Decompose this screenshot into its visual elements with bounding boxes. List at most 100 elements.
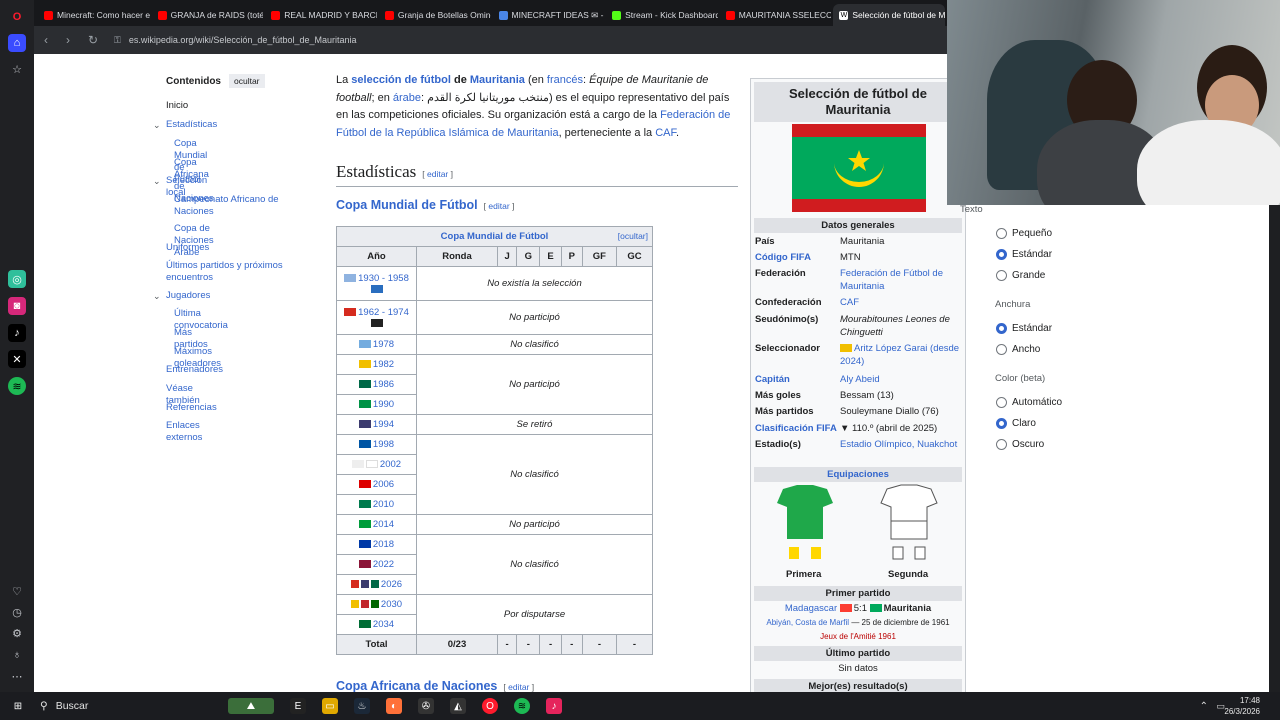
heading-copa-africana[interactable]: Copa Africana de Naciones [ editar ] — [336, 679, 534, 692]
chatgpt-icon[interactable]: ◎ — [8, 270, 26, 288]
year-link[interactable]: 1990 — [373, 399, 394, 410]
tab[interactable]: REAL MADRID Y BARCELO — [265, 4, 377, 26]
star-icon[interactable]: ☆ — [8, 60, 26, 78]
chevron-down-icon[interactable]: ⌄ — [153, 290, 161, 302]
toc-item[interactable]: Últimos partidos y próximos encuentros — [166, 260, 291, 284]
steam-icon[interactable]: ♨ — [354, 698, 370, 714]
heart-icon[interactable]: ♡ — [8, 582, 26, 600]
link[interactable]: árabe — [393, 92, 421, 104]
edit-link[interactable]: [ editar ] — [484, 201, 515, 211]
year-link[interactable]: 1994 — [373, 419, 394, 430]
year-link[interactable]: 1986 — [373, 379, 394, 390]
venue-link[interactable]: Abiyán, Costa de Marfil — [766, 618, 849, 627]
row-value-link[interactable]: CAF — [840, 296, 964, 309]
history-icon[interactable]: ◷ — [8, 603, 26, 621]
file-explorer-icon[interactable]: ▭ — [322, 698, 338, 714]
weather-widget-icon[interactable]: ⛰ — [228, 698, 274, 714]
toc-item[interactable]: Uniformes — [166, 242, 209, 254]
color-option[interactable]: Automático — [996, 397, 1062, 408]
color-option[interactable]: Oscuro — [996, 439, 1044, 450]
instagram-icon[interactable]: ◙ — [8, 297, 26, 315]
chevron-down-icon[interactable]: ⌄ — [153, 119, 161, 131]
toc-item[interactable]: ⌄ Jugadores — [153, 290, 210, 302]
search-box[interactable]: ⚲ Buscar — [40, 700, 220, 712]
first-match-competition[interactable]: Jeux de l'Amitié 1961 — [751, 632, 965, 641]
tiktok-app-icon[interactable]: ♪ — [546, 698, 562, 714]
toc-item[interactable]: Entrenadores — [166, 364, 223, 376]
row-key-link[interactable]: Clasificación FIFA — [755, 422, 839, 435]
toc-hide-button[interactable]: ocultar — [229, 74, 265, 88]
edit-link[interactable]: [ editar ] — [422, 169, 453, 179]
row-value-link[interactable]: Aly Abeid — [840, 373, 964, 386]
chevron-down-icon[interactable]: ⌄ — [153, 175, 161, 187]
system-clock[interactable]: 17:48 26/3/2026 — [1224, 695, 1260, 717]
link[interactable]: francés — [547, 74, 583, 86]
text-size-option[interactable]: Grande — [996, 270, 1045, 281]
hide-table-button[interactable]: [ocultar] — [618, 231, 648, 241]
row-key-link[interactable]: Código FIFA — [755, 251, 839, 264]
more-icon[interactable]: ⋯ — [8, 667, 26, 685]
radio-icon[interactable] — [996, 270, 1007, 281]
year-link[interactable]: 1982 — [373, 359, 394, 370]
width-option[interactable]: Ancho — [996, 344, 1040, 355]
radio-selected-icon[interactable] — [996, 418, 1007, 429]
year-link[interactable]: 1962 - 1974 — [358, 307, 409, 318]
color-option[interactable]: Claro — [996, 418, 1036, 429]
radio-icon[interactable] — [996, 397, 1007, 408]
edit-link[interactable]: [ editar ] — [503, 682, 534, 692]
text-size-option[interactable]: Estándar — [996, 249, 1052, 260]
link[interactable]: selección de fútbol — [351, 74, 451, 86]
tab-active[interactable]: W Selección de fútbol de M — [833, 4, 945, 26]
tab[interactable]: Minecraft: Como hacer el — [38, 4, 150, 26]
tab[interactable]: Stream - Kick Dashboard — [606, 4, 718, 26]
infobox-section-kits[interactable]: Equipaciones — [754, 467, 962, 482]
link[interactable]: CAF — [655, 127, 676, 139]
year-link[interactable]: 2002 — [380, 459, 401, 470]
year-link[interactable]: 1930 - 1958 — [358, 273, 409, 284]
url-field[interactable]: es.wikipedia.org/wiki/Selección_de_fútbo… — [129, 35, 357, 45]
radio-icon[interactable] — [996, 344, 1007, 355]
opera-icon[interactable]: O — [482, 698, 498, 714]
back-icon[interactable]: ‹ — [44, 33, 56, 47]
year-link[interactable]: 1978 — [373, 339, 394, 350]
row-key-link[interactable]: Capitán — [755, 373, 839, 386]
radio-icon[interactable] — [996, 439, 1007, 450]
toc-item[interactable]: Referencias — [166, 402, 217, 414]
heading-copa-mundial[interactable]: Copa Mundial de Fútbol [ editar ] — [336, 198, 514, 212]
text-size-option[interactable]: Pequeño — [996, 228, 1052, 239]
row-value-link[interactable]: Estadio Olímpico, Nuakchot — [840, 438, 964, 451]
forward-icon[interactable]: › — [66, 33, 78, 47]
year-link[interactable]: 2034 — [373, 619, 394, 630]
epic-games-icon[interactable]: E — [290, 698, 306, 714]
year-link[interactable]: 2006 — [373, 479, 394, 490]
year-link[interactable]: 2010 — [373, 499, 394, 510]
link[interactable]: Mauritania — [470, 74, 525, 86]
radio-icon[interactable] — [996, 228, 1007, 239]
settings-icon[interactable]: ⚙ — [8, 624, 26, 642]
radio-selected-icon[interactable] — [996, 249, 1007, 260]
year-link[interactable]: 1998 — [373, 439, 394, 450]
site-info-icon[interactable]: ⚿ — [114, 35, 121, 46]
year-link[interactable]: 2018 — [373, 539, 394, 550]
reload-icon[interactable]: ↻ — [88, 33, 100, 47]
toc-item[interactable]: Inicio — [166, 100, 188, 112]
toc-item[interactable]: ⌄ Estadísticas — [153, 119, 217, 131]
spotify-icon[interactable]: ≋ — [8, 377, 26, 395]
tab[interactable]: Granja de Botellas Omino — [379, 4, 491, 26]
year-link[interactable]: 2026 — [381, 579, 402, 590]
coach-link[interactable]: Aritz López Garai (desde 2024) — [840, 343, 959, 367]
opera-logo-icon[interactable]: O — [8, 8, 26, 26]
app-icon[interactable]: ✇ — [418, 698, 434, 714]
spotify-icon[interactable]: ≋ — [514, 698, 530, 714]
width-option[interactable]: Estándar — [996, 323, 1052, 334]
team-link[interactable]: Madagascar — [785, 603, 837, 614]
home-icon[interactable]: ⌂ — [8, 34, 26, 52]
year-link[interactable]: 2022 — [373, 559, 394, 570]
app-icon[interactable]: ◭ — [450, 698, 466, 714]
toc-item[interactable]: Campeonato Africano de Naciones — [174, 194, 289, 218]
row-value-link[interactable]: Federación de Fútbol de Mauritania — [840, 267, 964, 293]
tab[interactable]: GRANJA de RAIDS (totém — [152, 4, 263, 26]
toc-item[interactable]: Enlaces externos — [166, 420, 202, 444]
year-link[interactable]: 2030 — [381, 599, 402, 610]
radio-selected-icon[interactable] — [996, 323, 1007, 334]
